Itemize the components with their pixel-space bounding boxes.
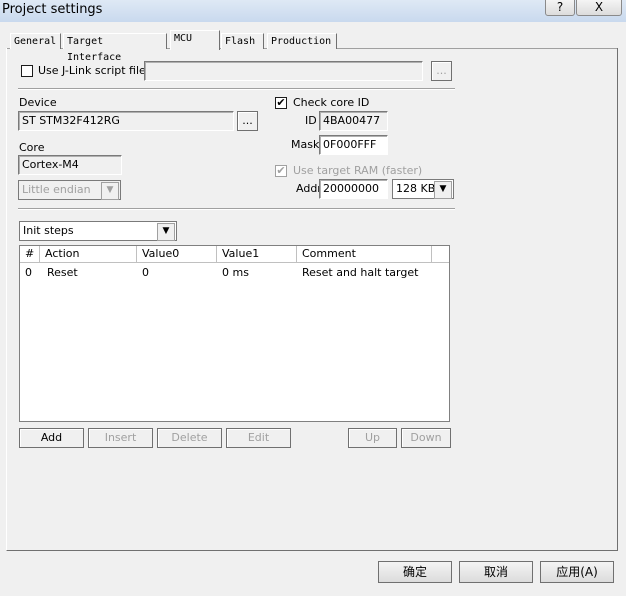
mask-field[interactable]: 0F000FFF [319, 135, 388, 155]
steps-select-value: Init steps [23, 224, 74, 237]
column-header-value0[interactable]: Value0 [137, 246, 217, 263]
delete-step-button[interactable]: Delete [157, 428, 222, 448]
addr-field[interactable]: 20000000 [319, 179, 388, 199]
id-label: ID [305, 114, 317, 127]
endian-value: Little endian [22, 183, 91, 196]
move-up-button[interactable]: Up [348, 428, 397, 448]
ram-size-select[interactable]: 128 KB ▼ [392, 179, 454, 199]
script-browse-button[interactable]: ... [431, 61, 452, 81]
script-label: Use J-Link script file [38, 64, 146, 77]
addr-label: Addr [296, 182, 322, 195]
separator [18, 208, 455, 210]
window-title: Project settings [2, 2, 103, 17]
mask-label: Mask [291, 138, 320, 151]
device-browse-button[interactable]: ... [237, 111, 258, 131]
edit-step-button[interactable]: Edit [226, 428, 291, 448]
device-field[interactable]: ST STM32F412RG [18, 111, 234, 131]
device-label: Device [19, 96, 57, 109]
separator [18, 88, 455, 90]
row-value0: 0 [142, 266, 149, 279]
move-down-button[interactable]: Down [401, 428, 451, 448]
use-target-ram-label: Use target RAM (faster) [293, 164, 423, 177]
table-row[interactable]: 0 Reset 0 0 ms Reset and halt target [20, 264, 449, 282]
check-core-id-checkbox[interactable]: ✔ [275, 97, 287, 109]
use-target-ram-checkbox[interactable]: ✔ [275, 165, 287, 177]
column-header-action[interactable]: Action [40, 246, 137, 263]
script-checkbox[interactable] [21, 65, 33, 77]
apply-button[interactable]: 应用(A) [540, 561, 614, 583]
script-path-field[interactable] [144, 61, 423, 81]
column-header-num[interactable]: # [20, 246, 40, 263]
add-step-button[interactable]: Add [19, 428, 84, 448]
endian-select[interactable]: Little endian ▼ [18, 180, 121, 200]
tab-mcu[interactable]: MCU [170, 30, 220, 50]
ok-button[interactable]: 确定 [378, 561, 452, 583]
close-button[interactable]: X [576, 0, 622, 16]
tab-flash[interactable]: Flash [221, 33, 264, 49]
chevron-down-icon: ▼ [434, 181, 452, 199]
check-core-id-label: Check core ID [293, 96, 370, 109]
tab-general[interactable]: General [10, 33, 61, 49]
steps-list[interactable]: # Action Value0 Value1 Comment 0 Reset 0… [19, 245, 450, 422]
chevron-down-icon: ▼ [157, 223, 175, 241]
row-comment: Reset and halt target [302, 266, 419, 279]
core-label: Core [19, 141, 45, 154]
column-header-comment[interactable]: Comment [297, 246, 432, 263]
core-field: Cortex-M4 [18, 155, 122, 175]
ram-size-value: 128 KB [396, 182, 436, 195]
help-button[interactable]: ? [545, 0, 575, 16]
column-header-value1[interactable]: Value1 [217, 246, 297, 263]
row-value1: 0 ms [222, 266, 249, 279]
tab-target-interface[interactable]: Target Interface [63, 33, 167, 63]
tab-production[interactable]: Production [267, 33, 337, 49]
chevron-down-icon: ▼ [101, 182, 119, 200]
cancel-button[interactable]: 取消 [459, 561, 533, 583]
row-action: Reset [47, 266, 78, 279]
column-header-filler [432, 246, 449, 263]
id-field: 4BA00477 [319, 111, 388, 131]
insert-step-button[interactable]: Insert [88, 428, 153, 448]
steps-select[interactable]: Init steps ▼ [19, 221, 177, 241]
row-num: 0 [25, 266, 32, 279]
